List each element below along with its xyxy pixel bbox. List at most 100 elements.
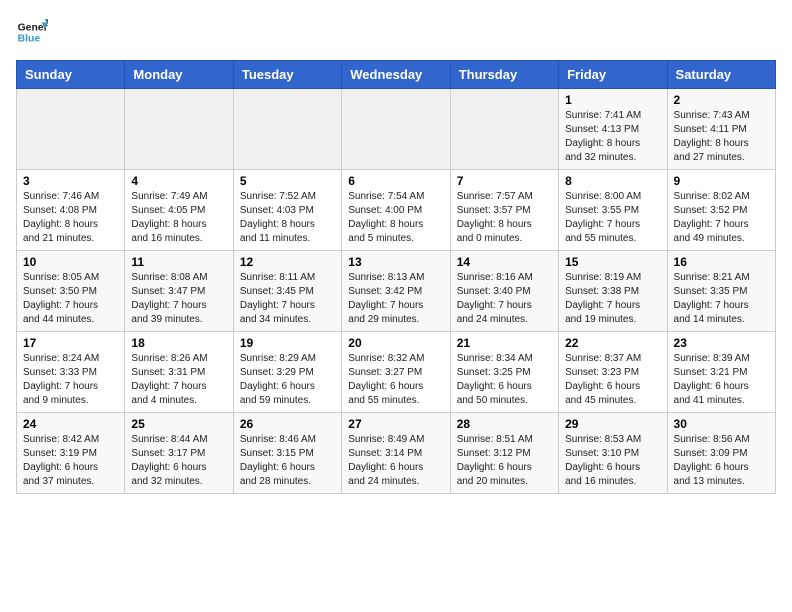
day-number: 24 — [23, 417, 118, 431]
day-info: Sunrise: 8:51 AM Sunset: 3:12 PM Dayligh… — [457, 433, 552, 489]
day-cell: 28Sunrise: 8:51 AM Sunset: 3:12 PM Dayli… — [450, 413, 558, 494]
header-friday: Friday — [559, 61, 667, 89]
day-number: 30 — [674, 417, 769, 431]
day-info: Sunrise: 7:43 AM Sunset: 4:11 PM Dayligh… — [674, 109, 769, 165]
day-number: 29 — [565, 417, 660, 431]
day-cell: 16 Sunrise: 8:21 AM Sunset: 3:35 PM Dayli… — [667, 251, 775, 332]
day-info: Sunrise: 8:11 AM Sunset: 3:45 PM Dayligh… — [240, 271, 335, 327]
day-cell: 12 Sunrise: 8:11 AM Sunset: 3:45 PM Dayli… — [233, 251, 341, 332]
day-info: Sunrise: 8:19 AM Sunset: 3:38 PM Dayligh… — [565, 271, 660, 327]
day-info: Sunrise: 8:26 AM Sunset: 3:31 PM Dayligh… — [131, 352, 226, 408]
day-cell: 19Sunrise: 8:29 AM Sunset: 3:29 PM Dayli… — [233, 332, 341, 413]
day-number: 27 — [348, 417, 443, 431]
day-number: 26 — [240, 417, 335, 431]
day-cell: 29Sunrise: 8:53 AM Sunset: 3:10 PM Dayli… — [559, 413, 667, 494]
day-cell — [342, 89, 450, 170]
day-info: Sunrise: 8:13 AM Sunset: 3:42 PM Dayligh… — [348, 271, 443, 327]
day-cell: 7 Sunrise: 7:57 AM Sunset: 3:57 PM Daylig… — [450, 170, 558, 251]
day-number: 12 — [240, 255, 335, 269]
day-info: Sunrise: 8:49 AM Sunset: 3:14 PM Dayligh… — [348, 433, 443, 489]
day-number: 23 — [674, 336, 769, 350]
day-cell: 22 Sunrise: 8:37 AM Sunset: 3:23 PM Dayli… — [559, 332, 667, 413]
day-number: 16 — [674, 255, 769, 269]
header: General Blue — [16, 16, 776, 48]
header-thursday: Thursday — [450, 61, 558, 89]
day-cell: 21Sunrise: 8:34 AM Sunset: 3:25 PM Dayli… — [450, 332, 558, 413]
header-monday: Monday — [125, 61, 233, 89]
day-cell — [233, 89, 341, 170]
day-info: Sunrise: 7:49 AM Sunset: 4:05 PM Dayligh… — [131, 190, 226, 246]
day-info: Sunrise: 8:24 AM Sunset: 3:33 PM Dayligh… — [23, 352, 118, 408]
day-info: Sunrise: 8:05 AM Sunset: 3:50 PM Dayligh… — [23, 271, 118, 327]
day-number: 8 — [565, 174, 660, 188]
day-number: 15 — [565, 255, 660, 269]
day-info: Sunrise: 8:21 AM Sunset: 3:35 PM Dayligh… — [674, 271, 769, 327]
day-cell: 8 Sunrise: 8:00 AM Sunset: 3:55 PM Daylig… — [559, 170, 667, 251]
day-info: Sunrise: 8:34 AM Sunset: 3:25 PM Dayligh… — [457, 352, 552, 408]
header-tuesday: Tuesday — [233, 61, 341, 89]
day-cell: 26Sunrise: 8:46 AM Sunset: 3:15 PM Dayli… — [233, 413, 341, 494]
day-cell: 20 Sunrise: 8:32 AM Sunset: 3:27 PM Dayli… — [342, 332, 450, 413]
week-row-1: 1 Sunrise: 7:41 AM Sunset: 4:13 PM Daylig… — [17, 89, 776, 170]
day-info: Sunrise: 8:39 AM Sunset: 3:21 PM Dayligh… — [674, 352, 769, 408]
day-number: 7 — [457, 174, 552, 188]
day-info: Sunrise: 7:52 AM Sunset: 4:03 PM Dayligh… — [240, 190, 335, 246]
day-cell: 2 Sunrise: 7:43 AM Sunset: 4:11 PM Daylig… — [667, 89, 775, 170]
day-number: 13 — [348, 255, 443, 269]
day-number: 11 — [131, 255, 226, 269]
day-info: Sunrise: 8:00 AM Sunset: 3:55 PM Dayligh… — [565, 190, 660, 246]
day-cell: 1 Sunrise: 7:41 AM Sunset: 4:13 PM Daylig… — [559, 89, 667, 170]
day-cell — [17, 89, 125, 170]
week-row-2: 3 Sunrise: 7:46 AM Sunset: 4:08 PM Daylig… — [17, 170, 776, 251]
day-info: Sunrise: 8:44 AM Sunset: 3:17 PM Dayligh… — [131, 433, 226, 489]
day-cell: 15 Sunrise: 8:19 AM Sunset: 3:38 PM Dayli… — [559, 251, 667, 332]
day-cell: 10 Sunrise: 8:05 AM Sunset: 3:50 PM Dayli… — [17, 251, 125, 332]
week-row-4: 17 Sunrise: 8:24 AM Sunset: 3:33 PM Dayli… — [17, 332, 776, 413]
logo: General Blue — [16, 16, 52, 48]
day-cell: 3 Sunrise: 7:46 AM Sunset: 4:08 PM Daylig… — [17, 170, 125, 251]
day-info: Sunrise: 8:32 AM Sunset: 3:27 PM Dayligh… — [348, 352, 443, 408]
day-cell — [125, 89, 233, 170]
day-number: 3 — [23, 174, 118, 188]
day-cell: 18 Sunrise: 8:26 AM Sunset: 3:31 PM Dayli… — [125, 332, 233, 413]
day-number: 17 — [23, 336, 118, 350]
day-info: Sunrise: 7:57 AM Sunset: 3:57 PM Dayligh… — [457, 190, 552, 246]
day-cell: 17 Sunrise: 8:24 AM Sunset: 3:33 PM Dayli… — [17, 332, 125, 413]
calendar-table: SundayMondayTuesdayWednesdayThursdayFrid… — [16, 60, 776, 494]
day-number: 1 — [565, 93, 660, 107]
day-info: Sunrise: 8:37 AM Sunset: 3:23 PM Dayligh… — [565, 352, 660, 408]
day-info: Sunrise: 8:29 AM Sunset: 3:29 PM Dayligh… — [240, 352, 335, 408]
day-number: 4 — [131, 174, 226, 188]
day-cell: 27 Sunrise: 8:49 AM Sunset: 3:14 PM Dayli… — [342, 413, 450, 494]
day-info: Sunrise: 8:56 AM Sunset: 3:09 PM Dayligh… — [674, 433, 769, 489]
day-number: 20 — [348, 336, 443, 350]
day-info: Sunrise: 7:46 AM Sunset: 4:08 PM Dayligh… — [23, 190, 118, 246]
day-number: 14 — [457, 255, 552, 269]
day-cell: 23 Sunrise: 8:39 AM Sunset: 3:21 PM Dayli… — [667, 332, 775, 413]
day-number: 2 — [674, 93, 769, 107]
header-wednesday: Wednesday — [342, 61, 450, 89]
day-cell: 14Sunrise: 8:16 AM Sunset: 3:40 PM Dayli… — [450, 251, 558, 332]
header-sunday: Sunday — [17, 61, 125, 89]
week-row-3: 10 Sunrise: 8:05 AM Sunset: 3:50 PM Dayli… — [17, 251, 776, 332]
day-cell: 6 Sunrise: 7:54 AM Sunset: 4:00 PM Daylig… — [342, 170, 450, 251]
day-info: Sunrise: 8:42 AM Sunset: 3:19 PM Dayligh… — [23, 433, 118, 489]
day-info: Sunrise: 7:41 AM Sunset: 4:13 PM Dayligh… — [565, 109, 660, 165]
day-number: 22 — [565, 336, 660, 350]
day-cell — [450, 89, 558, 170]
day-cell: 4 Sunrise: 7:49 AM Sunset: 4:05 PM Daylig… — [125, 170, 233, 251]
day-cell: 30 Sunrise: 8:56 AM Sunset: 3:09 PM Dayli… — [667, 413, 775, 494]
calendar-header-row: SundayMondayTuesdayWednesdayThursdayFrid… — [17, 61, 776, 89]
day-cell: 24 Sunrise: 8:42 AM Sunset: 3:19 PM Dayli… — [17, 413, 125, 494]
day-number: 10 — [23, 255, 118, 269]
day-info: Sunrise: 8:08 AM Sunset: 3:47 PM Dayligh… — [131, 271, 226, 327]
day-info: Sunrise: 7:54 AM Sunset: 4:00 PM Dayligh… — [348, 190, 443, 246]
day-cell: 25 Sunrise: 8:44 AM Sunset: 3:17 PM Dayli… — [125, 413, 233, 494]
day-number: 25 — [131, 417, 226, 431]
day-cell: 9Sunrise: 8:02 AM Sunset: 3:52 PM Daylig… — [667, 170, 775, 251]
day-cell: 5Sunrise: 7:52 AM Sunset: 4:03 PM Daylig… — [233, 170, 341, 251]
day-number: 18 — [131, 336, 226, 350]
day-info: Sunrise: 8:02 AM Sunset: 3:52 PM Dayligh… — [674, 190, 769, 246]
day-cell: 13 Sunrise: 8:13 AM Sunset: 3:42 PM Dayli… — [342, 251, 450, 332]
day-number: 6 — [348, 174, 443, 188]
